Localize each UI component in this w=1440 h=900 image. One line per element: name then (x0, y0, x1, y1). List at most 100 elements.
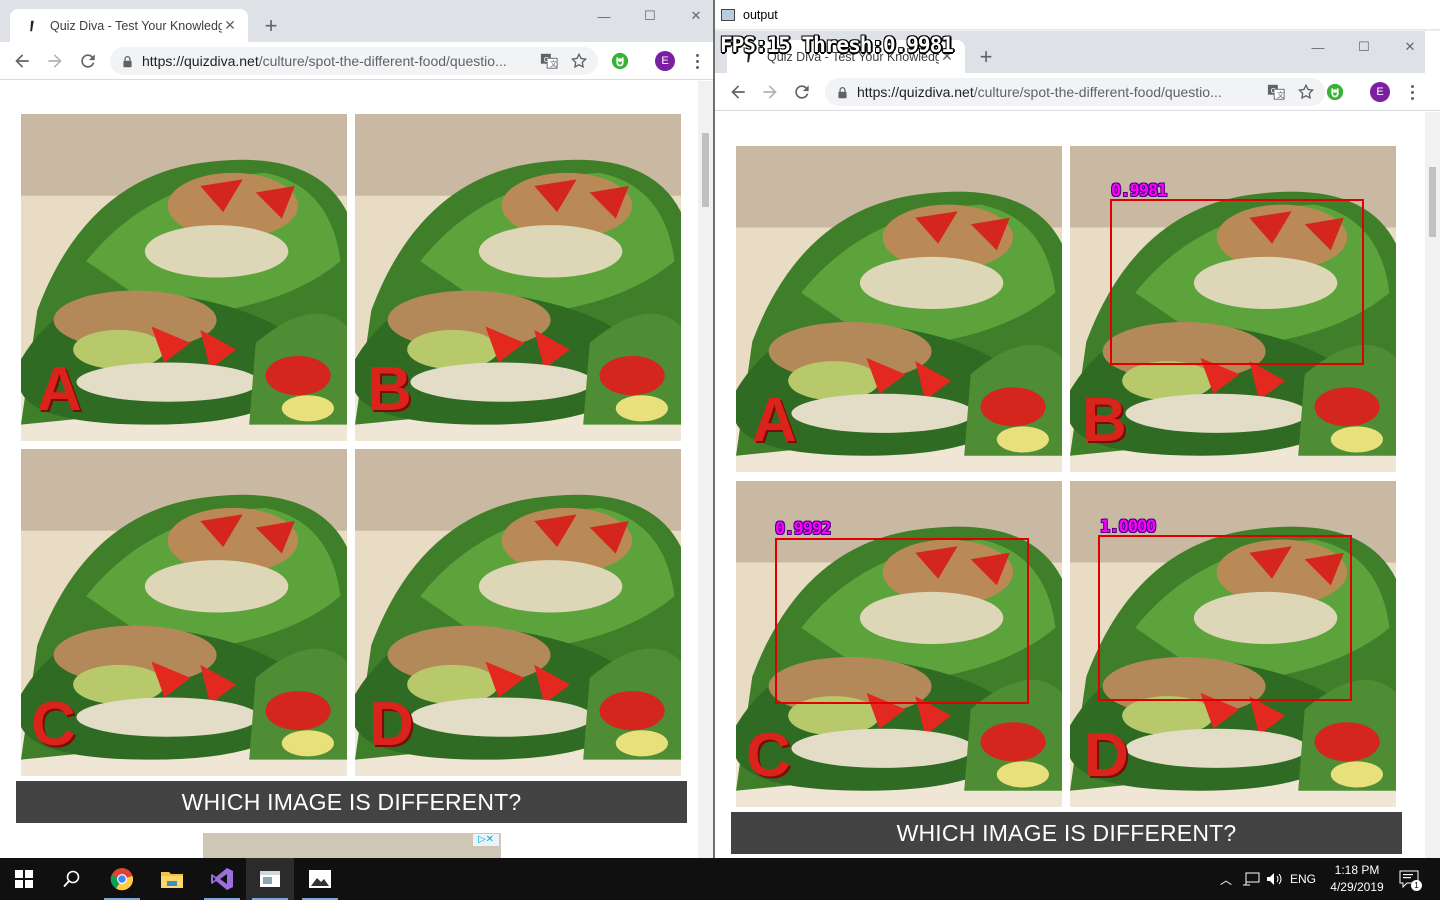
search-button[interactable] (48, 858, 96, 900)
captured-scrollbar (1425, 112, 1440, 858)
back-button[interactable] (10, 49, 34, 73)
file-explorer-icon (161, 872, 183, 888)
question-banner: WHICH IMAGE IS DIFFERENT? (16, 781, 687, 823)
url-host: https://quizdiva.net (142, 53, 259, 69)
chrome-taskbar-button[interactable] (98, 858, 146, 900)
image-viewer-button[interactable] (296, 858, 344, 900)
url-path: /culture/spot-the-different-food/questio… (973, 84, 1222, 100)
notification-badge: 1 (1411, 880, 1422, 891)
browser-toolbar: https://quizdiva.net/culture/spot-the-di… (0, 42, 713, 80)
translate-icon (1265, 81, 1287, 103)
quiz-image-b[interactable]: B (355, 114, 681, 441)
new-tab-button[interactable]: + (258, 13, 284, 39)
tile-letter: B (1082, 386, 1127, 455)
app-window-button[interactable] (246, 858, 294, 900)
minimize-icon[interactable]: — (581, 4, 627, 28)
address-bar[interactable]: https://quizdiva.net/culture/spot-the-di… (110, 47, 598, 75)
captured-window-controls: — ☐ ✕ (1295, 35, 1433, 59)
language-indicator[interactable]: ENG (1288, 858, 1318, 900)
profile-avatar: E (1370, 82, 1390, 102)
favicon-icon (24, 18, 40, 34)
window-controls: — ☐ ✕ (581, 4, 713, 28)
fps-threshold-hud: FPS:15 Thresh:0.9981 (720, 33, 954, 57)
quiz-image-d[interactable]: D (355, 449, 681, 776)
back-icon (726, 80, 750, 104)
url-host: https://quizdiva.net (857, 84, 974, 100)
maximize-icon: ☐ (1358, 39, 1370, 54)
detection-score-c: 0.9992 (775, 519, 831, 539)
network-icon (1243, 872, 1260, 886)
reload-icon (790, 80, 814, 104)
detection-score-d: 1.0000 (1100, 517, 1156, 537)
app-window-icon (260, 871, 280, 887)
clock-date: 4/29/2019 (1330, 880, 1384, 894)
bookmark-star-icon (1295, 81, 1317, 103)
tile-letter: D (369, 690, 414, 759)
url-text: https://quizdiva.net/culture/spot-the-di… (142, 53, 538, 69)
clock[interactable]: 1:18 PM 4/29/2019 (1318, 862, 1396, 896)
ad-choices-icon[interactable]: ▷✕ (473, 834, 499, 846)
bookmark-star-icon[interactable] (568, 50, 590, 72)
close-tab-icon[interactable]: ✕ (222, 17, 238, 34)
captured-address-bar: https://quizdiva.net/culture/spot-the-di… (825, 78, 1325, 106)
quiz-image-c[interactable]: C (21, 449, 347, 776)
lock-icon (120, 54, 134, 68)
profile-avatar[interactable]: E (655, 51, 675, 71)
url-path: /culture/spot-the-different-food/questio… (258, 53, 507, 69)
tile-letter: A (752, 386, 797, 455)
detection-box-d (1098, 535, 1352, 701)
browser-tab[interactable]: Quiz Diva - Test Your Knowledge ✕ (10, 9, 248, 42)
network-tray[interactable] (1240, 858, 1262, 900)
output-titlebar: output (715, 0, 1440, 30)
scrollbar-thumb[interactable] (702, 133, 709, 207)
tile-letter: A (37, 355, 82, 424)
forward-button[interactable] (43, 49, 67, 73)
start-button[interactable] (0, 858, 48, 900)
minimize-icon: — (1311, 39, 1325, 55)
tab-title: Quiz Diva - Test Your Knowledge (50, 18, 222, 33)
windows-start-icon (15, 870, 33, 888)
window-icon (721, 8, 735, 21)
detection-box-b (1110, 199, 1364, 365)
volume-tray[interactable] (1264, 858, 1286, 900)
page-scrollbar[interactable] (698, 81, 713, 858)
image-viewer-icon (309, 870, 331, 888)
clock-time: 1:18 PM (1334, 863, 1380, 877)
close-window-icon[interactable]: ✕ (673, 4, 713, 28)
tile-letter: C (31, 690, 76, 759)
search-icon (63, 870, 80, 888)
file-explorer-button[interactable] (148, 858, 196, 900)
detection-box-c (775, 538, 1029, 704)
extension-icon[interactable] (610, 51, 630, 71)
taskbar: ︿ ENG 1:18 PM 4/29/2019 1 (0, 858, 1440, 900)
chrome-icon (110, 868, 134, 891)
captured-frame: Quiz Diva - Test Your Knowledge ✕ + — ☐ … (715, 31, 1440, 858)
tab-strip: Quiz Diva - Test Your Knowledge ✕ + — ☐ … (0, 0, 713, 42)
url-text: https://quizdiva.net/culture/spot-the-di… (857, 84, 1265, 100)
menu-kebab-icon[interactable] (690, 51, 704, 71)
action-center-button[interactable]: 1 (1396, 858, 1422, 900)
new-tab-icon: + (979, 44, 993, 69)
visual-studio-icon (211, 868, 233, 890)
tile-letter: D (1084, 721, 1129, 790)
menu-kebab-icon (1405, 82, 1419, 102)
tile-letter: B (367, 355, 412, 424)
web-page: A B C D WHICH IMAGE IS DIFFERENT? ▷✕ (0, 81, 713, 858)
captured-question-banner: WHICH IMAGE IS DIFFERENT? (731, 812, 1402, 854)
quiz-image-a[interactable]: A (21, 114, 347, 441)
maximize-icon[interactable]: ☐ (627, 4, 673, 28)
visual-studio-button[interactable] (198, 858, 246, 900)
reload-button[interactable] (76, 49, 100, 73)
show-hidden-icons[interactable]: ︿ (1216, 858, 1236, 900)
extension-icon (1325, 82, 1345, 102)
ad-strip[interactable]: ▷✕ (203, 833, 501, 858)
volume-icon (1267, 873, 1282, 885)
left-browser-window: Quiz Diva - Test Your Knowledge ✕ + — ☐ … (0, 0, 713, 858)
lock-icon (835, 85, 849, 99)
forward-icon (758, 80, 782, 104)
chevron-up-icon: ︿ (1219, 872, 1232, 887)
tile-letter: C (746, 721, 791, 790)
output-window-title: output (743, 7, 778, 22)
translate-icon[interactable] (538, 50, 560, 72)
captured-toolbar: https://quizdiva.net/culture/spot-the-di… (715, 73, 1440, 111)
